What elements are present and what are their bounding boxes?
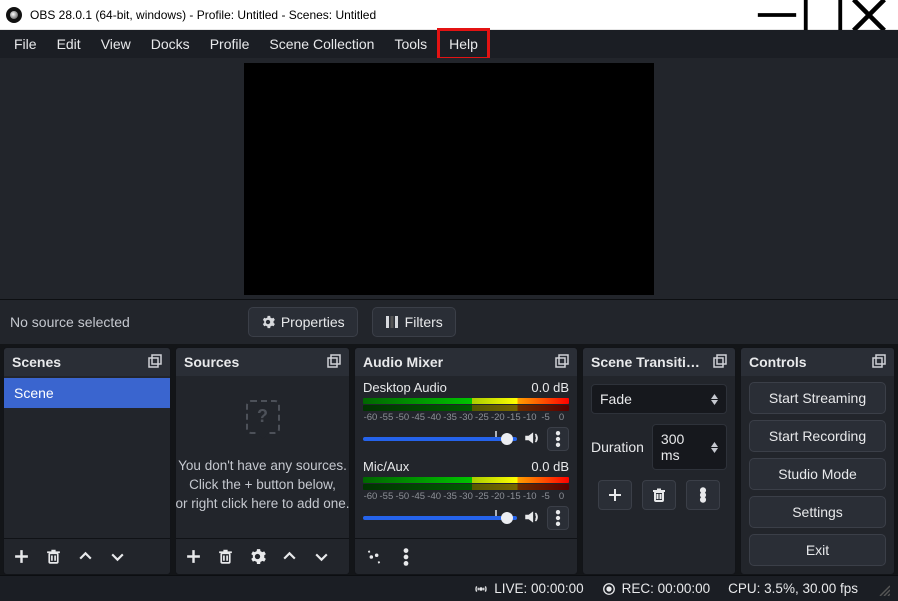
sources-title: Sources <box>184 354 239 370</box>
volume-meter-icon <box>363 398 569 404</box>
source-move-up-button[interactable] <box>278 546 300 568</box>
status-live: LIVE: 00:00:00 <box>474 581 583 596</box>
settings-button[interactable]: Settings <box>749 496 886 528</box>
menu-help[interactable]: Help <box>437 28 490 60</box>
transitions-popout-icon[interactable] <box>713 354 727 371</box>
scene-move-down-button[interactable] <box>106 546 128 568</box>
audio-mixer-dock: Audio Mixer Desktop Audio 0.0 dB -60-55-… <box>354 347 578 575</box>
speaker-icon[interactable] <box>523 429 541 450</box>
mixer-popout-icon[interactable] <box>555 354 569 371</box>
window-titlebar: OBS 28.0.1 (64-bit, windows) - Profile: … <box>0 0 898 30</box>
sources-empty-line2: Click the + button below, <box>176 476 349 494</box>
mixer-channel-desktop-audio: Desktop Audio 0.0 dB -60-55-50-45-40-35-… <box>355 378 577 455</box>
source-move-down-button[interactable] <box>310 546 332 568</box>
preview-area <box>0 58 898 300</box>
mixer-title: Audio Mixer <box>363 354 443 370</box>
menubar: File Edit View Docks Profile Scene Colle… <box>0 30 898 58</box>
transition-select[interactable]: Fade <box>591 384 727 414</box>
volume-slider[interactable] <box>363 437 517 441</box>
source-add-button[interactable] <box>182 546 204 568</box>
volume-meter-icon <box>363 477 569 483</box>
sources-popout-icon[interactable] <box>327 354 341 371</box>
statusbar: LIVE: 00:00:00 REC: 00:00:00 CPU: 3.5%, … <box>0 575 898 601</box>
transition-selected-value: Fade <box>600 391 632 407</box>
menu-edit[interactable]: Edit <box>47 30 91 58</box>
source-toolbar: No source selected Properties Filters <box>0 300 898 344</box>
controls-popout-icon[interactable] <box>872 354 886 371</box>
filters-label: Filters <box>405 314 443 330</box>
menu-tools[interactable]: Tools <box>384 30 437 58</box>
scenes-dock: Scenes Scene <box>3 347 171 575</box>
properties-label: Properties <box>281 314 345 330</box>
updown-icon <box>711 442 718 453</box>
no-source-label: No source selected <box>10 314 130 330</box>
gear-icon <box>261 315 275 329</box>
mixer-menu-button[interactable] <box>395 545 417 569</box>
volume-meter-icon <box>363 405 569 411</box>
window-maximize-button[interactable] <box>800 1 846 29</box>
controls-dock: Controls Start Streaming Start Recording… <box>740 347 895 575</box>
mixer-scale: -60-55-50-45-40-35-30-25-20-15-10-50 <box>363 491 569 502</box>
mixer-ch1-menu-button[interactable] <box>547 427 569 451</box>
scene-delete-button[interactable] <box>42 546 64 568</box>
preview-canvas[interactable] <box>244 63 654 295</box>
window-minimize-button[interactable] <box>754 1 800 29</box>
mixer-ch2-db: 0.0 dB <box>531 459 569 474</box>
scenes-title: Scenes <box>12 354 61 370</box>
menu-file[interactable]: File <box>4 30 47 58</box>
controls-title: Controls <box>749 354 807 370</box>
mixer-ch2-menu-button[interactable] <box>547 506 569 530</box>
transition-delete-button[interactable] <box>642 480 676 510</box>
updown-icon <box>711 394 718 405</box>
sources-empty-line3: or right click here to add one. <box>176 495 349 513</box>
record-icon <box>602 582 616 596</box>
start-streaming-button[interactable]: Start Streaming <box>749 382 886 414</box>
mixer-ch2-name: Mic/Aux <box>363 459 409 474</box>
scene-transitions-dock: Scene Transiti… Fade Duration 300 ms <box>582 347 736 575</box>
transitions-title: Scene Transiti… <box>591 354 700 370</box>
mixer-channel-mic-aux: Mic/Aux 0.0 dB -60-55-50-45-40-35-30-25-… <box>355 457 577 534</box>
mixer-scale: -60-55-50-45-40-35-30-25-20-15-10-50 <box>363 412 569 423</box>
sources-empty-line1: You don't have any sources. <box>176 457 349 475</box>
filters-icon <box>385 315 399 329</box>
transition-add-button[interactable] <box>598 480 632 510</box>
transition-menu-button[interactable] <box>686 480 720 510</box>
scene-move-up-button[interactable] <box>74 546 96 568</box>
scene-item[interactable]: Scene <box>4 378 170 408</box>
start-recording-button[interactable]: Start Recording <box>749 420 886 452</box>
duration-input[interactable]: 300 ms <box>652 424 727 470</box>
volume-slider[interactable] <box>363 516 517 520</box>
sources-dock: Sources You don't have any sources. Clic… <box>175 347 350 575</box>
broadcast-icon <box>474 582 488 596</box>
source-delete-button[interactable] <box>214 546 236 568</box>
status-cpu: CPU: 3.5%, 30.00 fps <box>728 581 858 596</box>
menu-scene-collection[interactable]: Scene Collection <box>259 30 384 58</box>
window-close-button[interactable] <box>846 1 892 29</box>
menu-profile[interactable]: Profile <box>200 30 260 58</box>
menu-docks[interactable]: Docks <box>141 30 200 58</box>
menu-view[interactable]: View <box>91 30 141 58</box>
status-rec: REC: 00:00:00 <box>602 581 711 596</box>
duration-value: 300 ms <box>661 431 705 463</box>
resize-grip-icon[interactable] <box>876 582 890 596</box>
studio-mode-button[interactable]: Studio Mode <box>749 458 886 490</box>
speaker-icon[interactable] <box>523 508 541 529</box>
mixer-ch1-name: Desktop Audio <box>363 380 447 395</box>
filters-button[interactable]: Filters <box>372 307 456 337</box>
mixer-advanced-button[interactable] <box>363 546 385 568</box>
question-box-icon <box>246 400 280 434</box>
obs-logo-icon <box>6 7 22 23</box>
volume-meter-icon <box>363 484 569 490</box>
exit-button[interactable]: Exit <box>749 534 886 566</box>
duration-label: Duration <box>591 439 644 455</box>
scene-add-button[interactable] <box>10 546 32 568</box>
sources-empty-state[interactable]: You don't have any sources. Click the + … <box>176 378 349 536</box>
properties-button[interactable]: Properties <box>248 307 358 337</box>
source-properties-button[interactable] <box>246 546 268 568</box>
mixer-ch1-db: 0.0 dB <box>531 380 569 395</box>
scenes-popout-icon[interactable] <box>148 354 162 371</box>
window-title: OBS 28.0.1 (64-bit, windows) - Profile: … <box>30 8 754 22</box>
